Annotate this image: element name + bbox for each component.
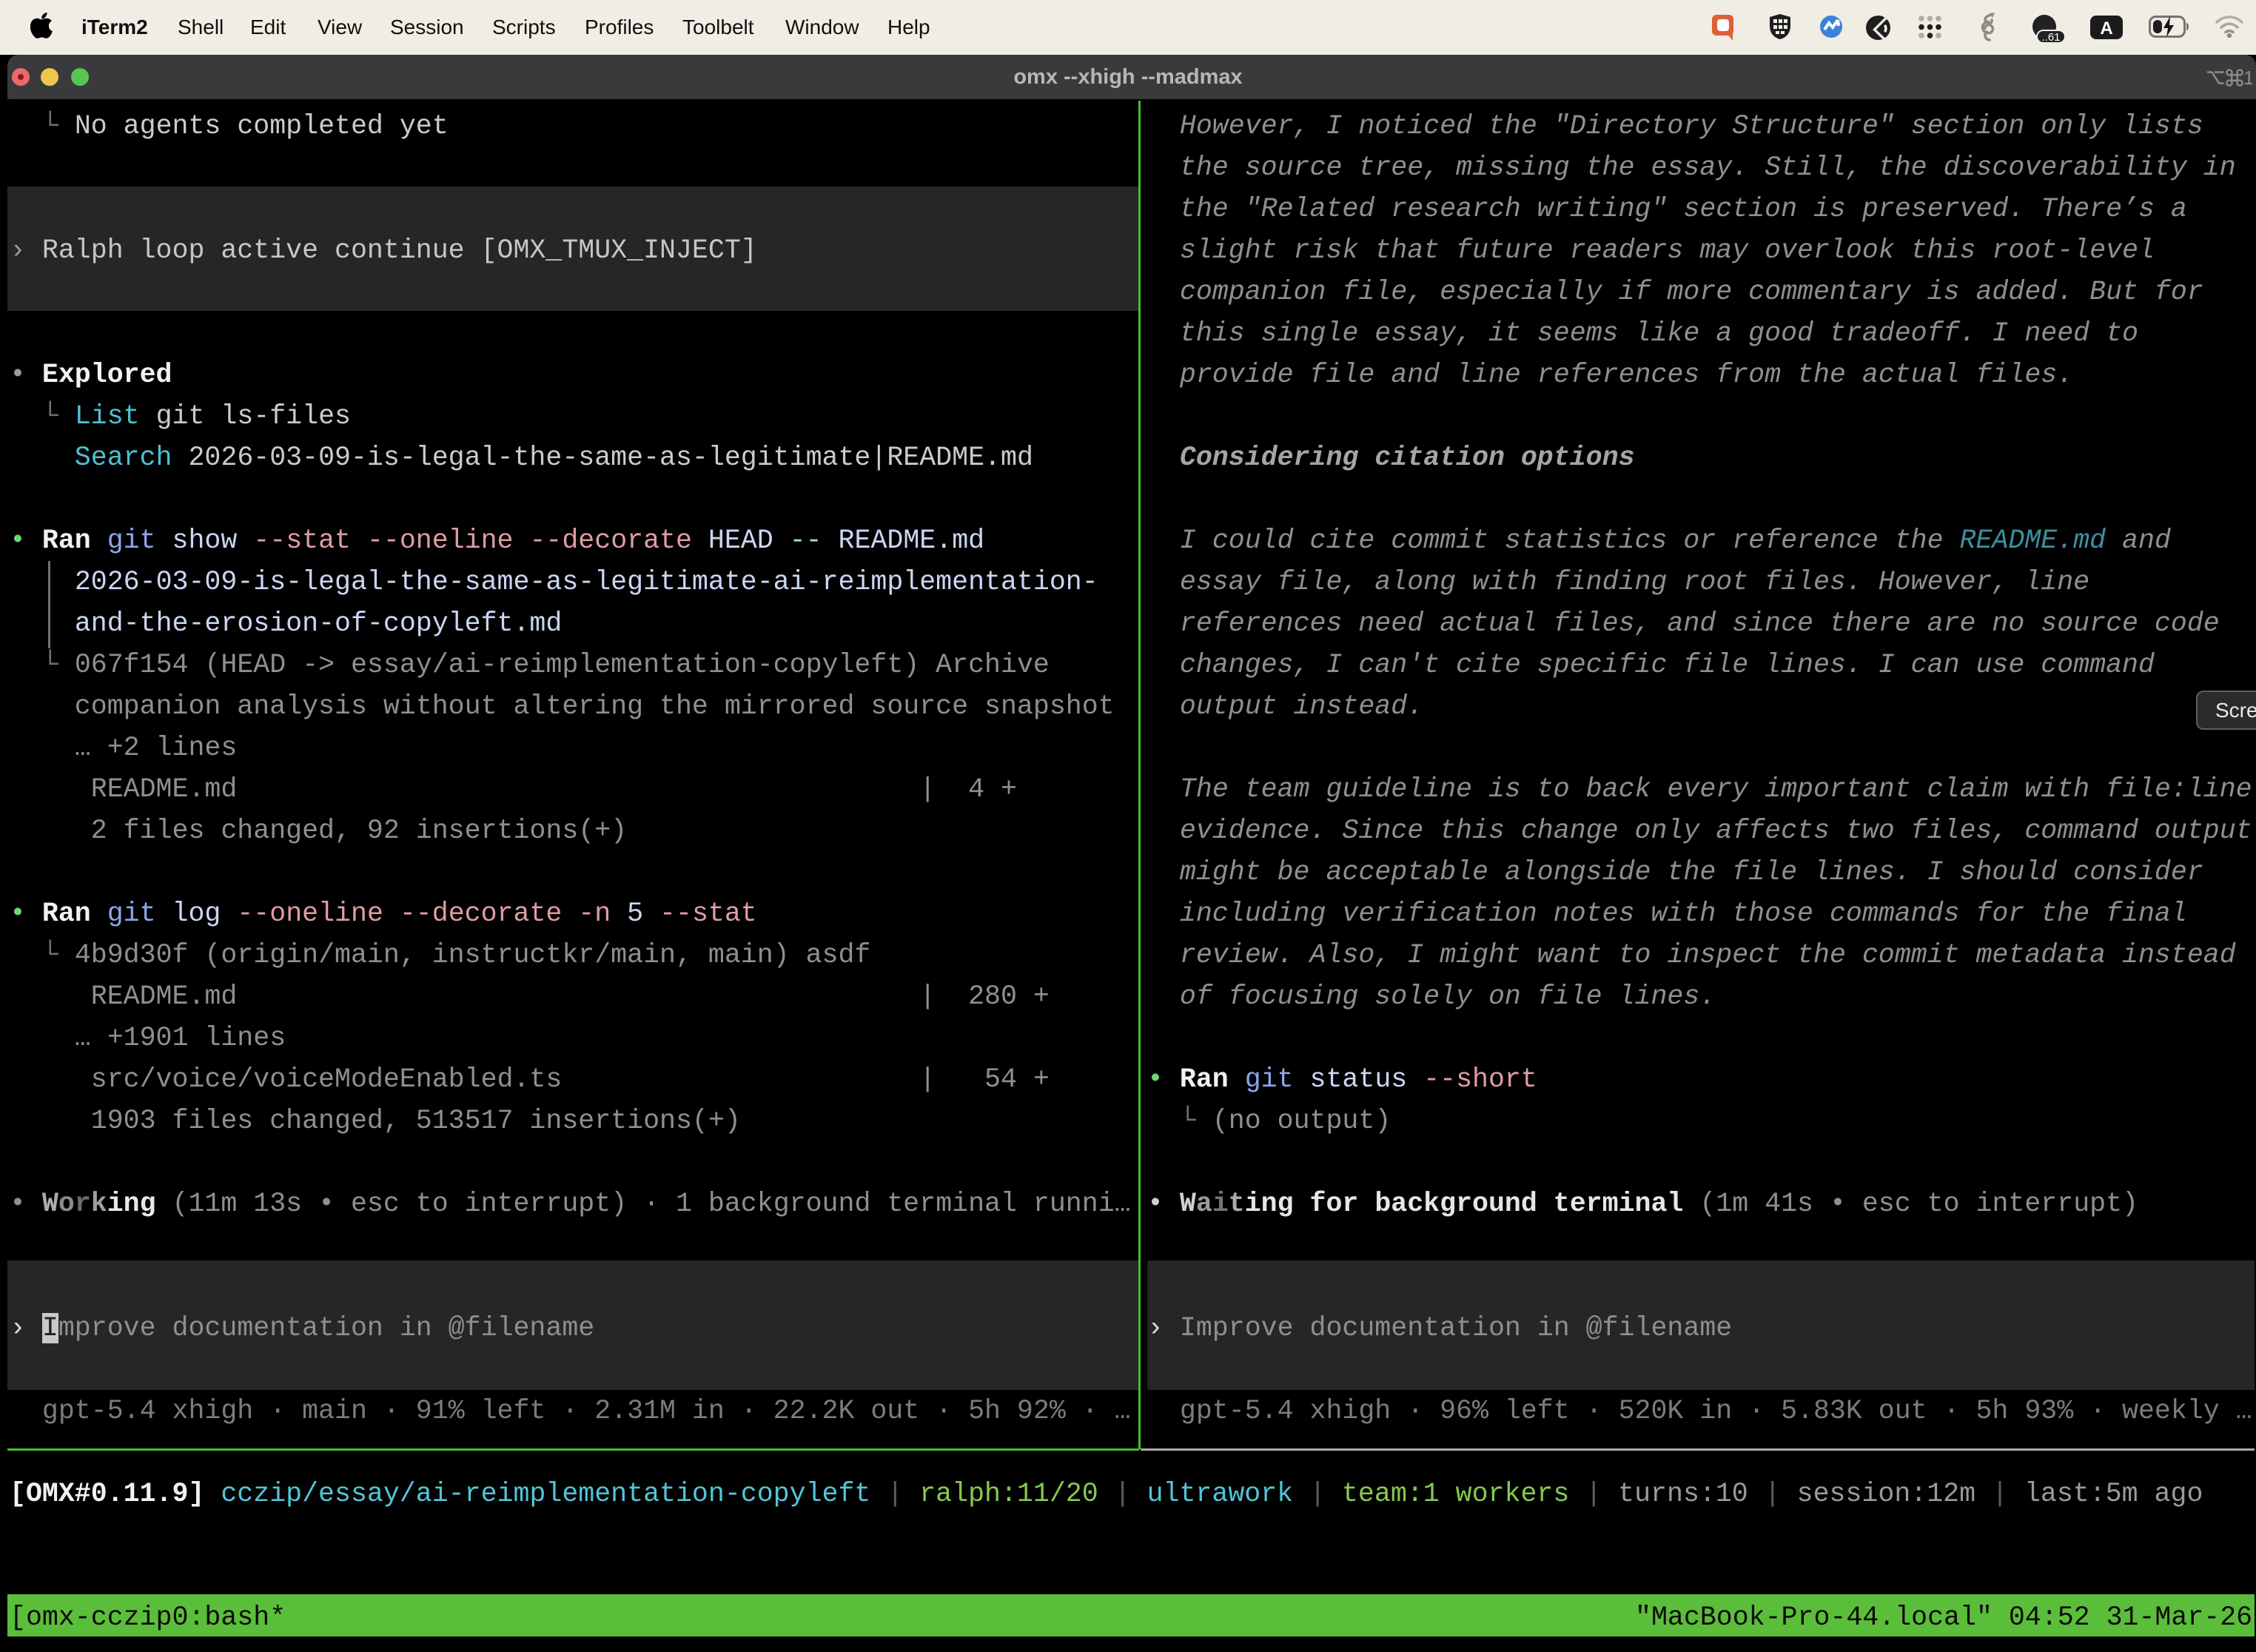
- svg-text:1: 1: [2243, 67, 2252, 89]
- svg-text:..61: ..61: [2041, 31, 2060, 44]
- svg-text:A: A: [2100, 19, 2112, 38]
